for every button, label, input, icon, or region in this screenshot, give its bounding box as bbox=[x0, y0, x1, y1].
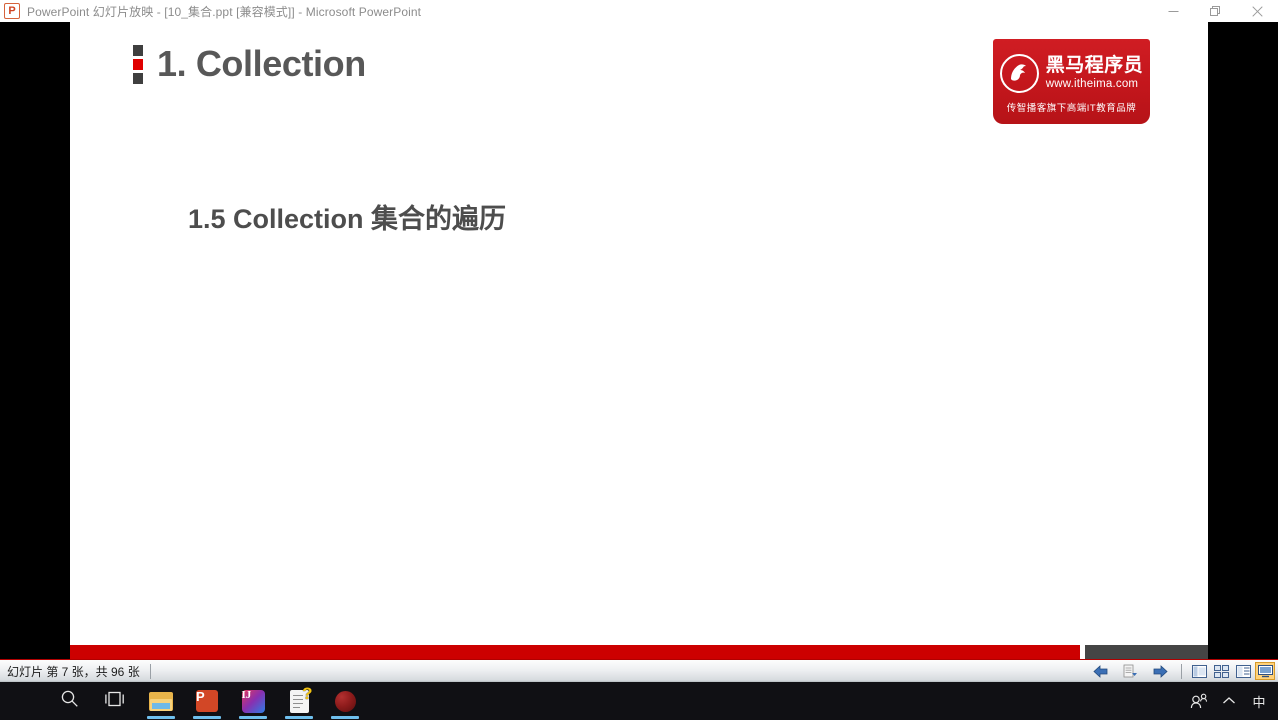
search-button[interactable] bbox=[46, 682, 92, 720]
restore-button[interactable] bbox=[1194, 0, 1236, 22]
help-document-taskbar-button[interactable]: ? bbox=[276, 682, 322, 720]
window-titlebar: P PowerPoint 幻灯片放映 - [10_集合.ppt [兼容模式]] … bbox=[0, 0, 1278, 22]
window-controls bbox=[1152, 0, 1278, 22]
status-controls-divider bbox=[1181, 663, 1182, 679]
people-tray-icon[interactable] bbox=[1184, 682, 1214, 720]
slide-red-accent-bar bbox=[70, 645, 1080, 659]
itheima-logo: 黑马程序员 www.itheima.com 传智播客旗下高端IT教育品牌 bbox=[993, 39, 1150, 124]
file-explorer-button[interactable] bbox=[138, 682, 184, 720]
logo-url: www.itheima.com bbox=[1045, 77, 1139, 90]
logo-main-row: 黑马程序员 www.itheima.com bbox=[999, 53, 1144, 93]
next-slide-button[interactable] bbox=[1146, 661, 1174, 681]
task-view-button[interactable] bbox=[92, 682, 138, 720]
running-indicator bbox=[331, 716, 359, 719]
running-indicator bbox=[239, 716, 267, 719]
window-title: PowerPoint 幻灯片放映 - [10_集合.ppt [兼容模式]] - … bbox=[27, 4, 422, 19]
view-slideshow-button[interactable] bbox=[1255, 662, 1275, 680]
pointer-options-button[interactable] bbox=[1116, 661, 1144, 681]
system-tray: 中 bbox=[1184, 682, 1274, 720]
windows-taskbar: P IJ ? 中 bbox=[0, 682, 1278, 720]
slide-counter-label: 幻灯片 第 7 张，共 96 张 bbox=[7, 664, 140, 679]
slide-gray-accent-bar bbox=[1085, 645, 1208, 659]
minimize-button[interactable] bbox=[1152, 0, 1194, 22]
slide-subtitle: 1.5 Collection 集合的遍历 bbox=[188, 204, 507, 234]
powerpoint-status-bar: 幻灯片 第 7 张，共 96 张 bbox=[0, 659, 1278, 682]
task-view-icon bbox=[104, 690, 126, 713]
search-icon bbox=[60, 689, 79, 713]
running-indicator bbox=[147, 716, 175, 719]
screen: P PowerPoint 幻灯片放映 - [10_集合.ppt [兼容模式]] … bbox=[0, 0, 1278, 720]
show-hidden-icons-button[interactable] bbox=[1214, 682, 1244, 720]
powerpoint-icon: P bbox=[4, 3, 20, 19]
status-separator bbox=[149, 663, 151, 679]
ime-indicator[interactable]: 中 bbox=[1244, 682, 1274, 720]
view-normal-button[interactable] bbox=[1189, 662, 1209, 680]
windows-logo-icon bbox=[15, 693, 32, 710]
slide-title-group: 1. Collection bbox=[133, 42, 366, 85]
slide-canvas[interactable]: 1. Collection 1.5 Collection 集合的遍历 黑马程序员… bbox=[70, 22, 1208, 659]
powerpoint-icon-letter: P bbox=[8, 4, 16, 17]
recorder-taskbar-button[interactable] bbox=[322, 682, 368, 720]
document-question-icon: ? bbox=[289, 685, 313, 713]
horse-head-icon bbox=[999, 53, 1039, 93]
red-circle-icon bbox=[334, 690, 356, 712]
logo-slogan: 传智播客旗下高端IT教育品牌 bbox=[1006, 102, 1137, 114]
running-indicator bbox=[285, 716, 313, 719]
bullet-stack-icon bbox=[133, 45, 143, 85]
status-bar-controls bbox=[1086, 660, 1275, 682]
close-button[interactable] bbox=[1236, 0, 1278, 22]
logo-text-group: 黑马程序员 www.itheima.com bbox=[1046, 56, 1144, 91]
previous-slide-button[interactable] bbox=[1086, 661, 1114, 681]
view-reading-button[interactable] bbox=[1233, 662, 1253, 680]
slide-title: 1. Collection bbox=[157, 43, 366, 84]
slideshow-stage[interactable]: 1. Collection 1.5 Collection 集合的遍历 黑马程序员… bbox=[0, 22, 1278, 659]
powerpoint-icon: P bbox=[196, 690, 218, 712]
running-indicator bbox=[193, 716, 221, 719]
view-slide-sorter-button[interactable] bbox=[1211, 662, 1231, 680]
intellij-idea-icon: IJ bbox=[241, 689, 265, 713]
powerpoint-taskbar-button[interactable]: P bbox=[184, 682, 230, 720]
start-button[interactable] bbox=[0, 682, 46, 720]
logo-brand-cn: 黑马程序员 bbox=[1045, 54, 1144, 76]
folder-icon bbox=[149, 691, 173, 711]
intellij-idea-taskbar-button[interactable]: IJ bbox=[230, 682, 276, 720]
